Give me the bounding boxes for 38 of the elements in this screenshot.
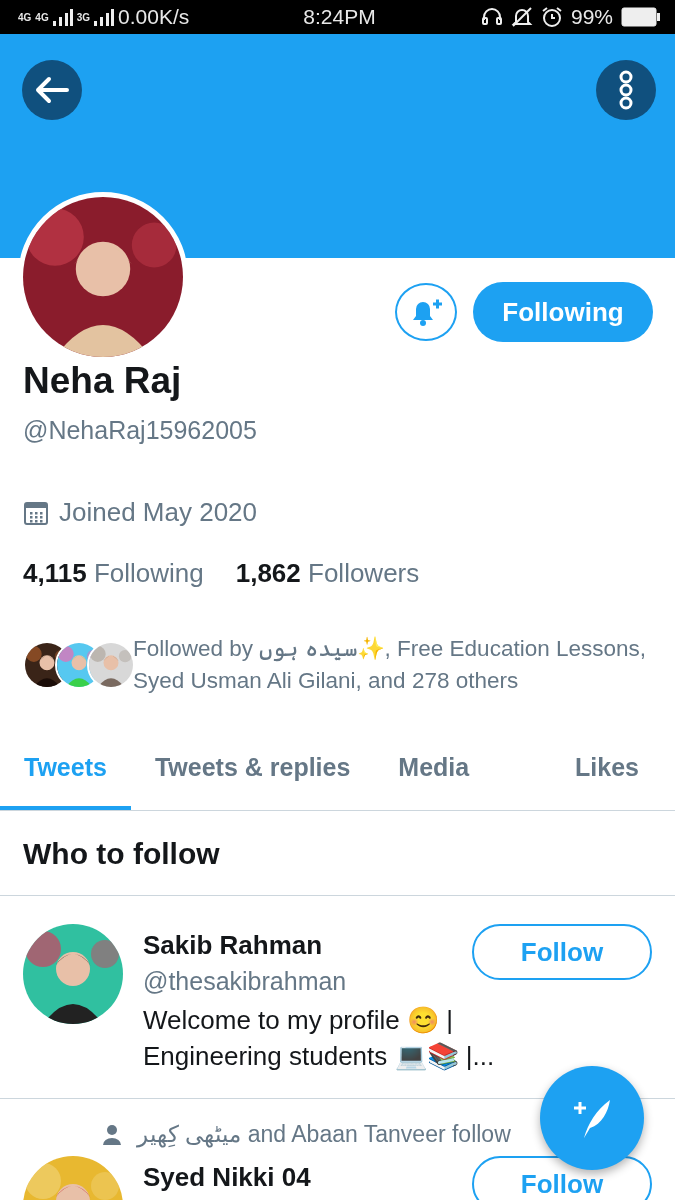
following-button[interactable]: Following <box>473 282 653 342</box>
compose-button[interactable] <box>540 1066 644 1170</box>
network-type: 4G <box>18 11 32 23</box>
battery-level: 99% <box>570 5 613 29</box>
signal-icon <box>52 8 73 26</box>
calendar-icon <box>23 499 49 526</box>
profile-handle: @NehaRaj15962005 <box>23 416 258 445</box>
headset-icon <box>480 6 503 28</box>
back-button[interactable] <box>22 60 82 120</box>
follow-stat[interactable]: 4,115 Following <box>23 558 204 589</box>
more-button[interactable] <box>596 60 656 120</box>
user-name[interactable]: Syed Nikki 04 <box>143 1162 311 1193</box>
battery-icon <box>621 7 661 27</box>
muted-bell-icon <box>510 6 533 28</box>
person-icon <box>103 1124 121 1145</box>
user-name[interactable]: Sakib Rahman <box>143 930 347 961</box>
follow-stat[interactable]: 1,862 Followers <box>235 558 420 589</box>
alarm-icon <box>540 6 563 28</box>
profile-tab[interactable]: Likes <box>551 731 675 810</box>
more-icon <box>619 70 633 110</box>
profile-tab[interactable]: Tweets & replies <box>130 731 375 810</box>
user-bio: Welcome to my profile 😊 | Engineering students 💻📚 |... <box>143 1004 496 1073</box>
network-type: 3G <box>76 11 91 23</box>
network-speed: 0.00K/s <box>118 5 190 29</box>
followed-by-text[interactable]: Followed by سیدہ ہوں✨, Free Education Lessons, Syed Usman Ali Gilani, and 278 others <box>133 633 652 697</box>
signal-icon <box>94 8 115 26</box>
user-handle: @thesakibrahman <box>143 967 347 996</box>
clock: 8:24PM <box>302 5 377 29</box>
follow-button[interactable]: Follow <box>472 924 652 980</box>
profile-tab[interactable]: Tweets <box>0 731 131 810</box>
section-title: Who to follow <box>0 811 675 896</box>
profile-tab[interactable]: Media <box>374 731 494 810</box>
profile-name: Neha Raj <box>23 360 183 402</box>
follow-button[interactable]: Follow <box>472 1156 652 1200</box>
back-arrow-icon <box>35 76 69 104</box>
network-type: 4G <box>35 11 49 23</box>
social-context: میٹھی کِھیر and Abaan Tanveer follow <box>137 1121 511 1148</box>
joined-date: Joined May 2020 <box>59 497 258 528</box>
